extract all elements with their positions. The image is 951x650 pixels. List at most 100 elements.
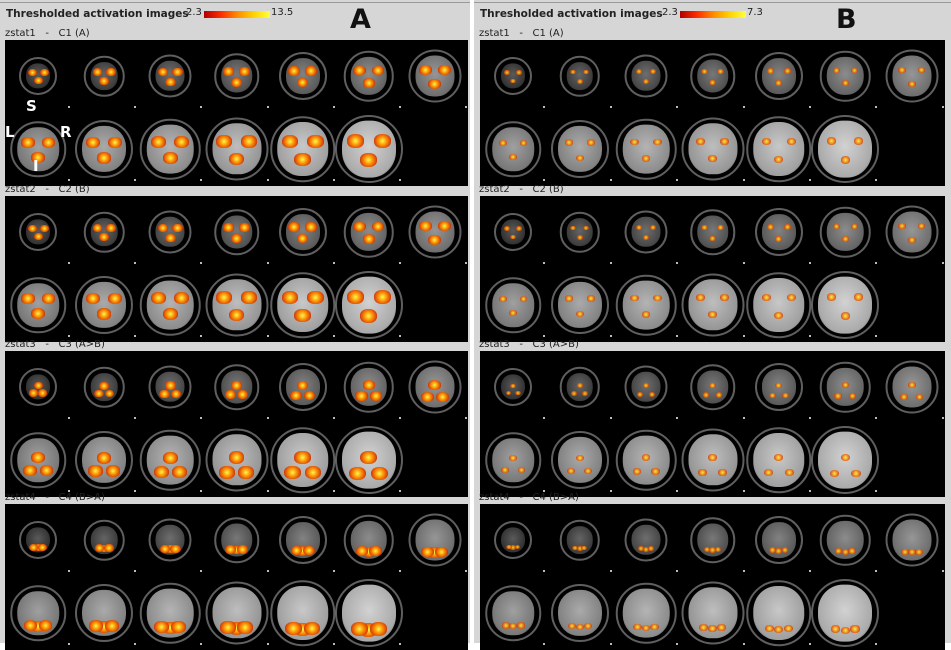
activation-blob [350, 622, 368, 636]
slice-marker [875, 417, 878, 419]
brain-slice [481, 508, 546, 572]
slice-marker [68, 262, 71, 264]
activation-blob [630, 294, 639, 302]
activation-blob [787, 293, 797, 301]
activation-blob [31, 307, 45, 319]
activation-blob [92, 68, 103, 76]
brain-image [557, 281, 602, 329]
activation-blob [97, 452, 112, 464]
slice-marker [808, 643, 811, 645]
slice-marker [742, 490, 745, 492]
activation-blob [908, 236, 916, 243]
slice-marker [676, 106, 679, 108]
activation-blob [641, 454, 651, 462]
brain-slice [681, 200, 745, 264]
activation-blob [356, 546, 369, 556]
activation-blob [635, 69, 642, 75]
activation-blob [703, 546, 711, 553]
brain-slice [6, 355, 71, 419]
slice-marker [875, 570, 878, 572]
slice-marker [609, 570, 612, 572]
slice-marker [464, 417, 467, 419]
activation-blob [698, 468, 708, 476]
brain-slice [334, 115, 403, 183]
brain-slice [72, 117, 137, 181]
brain-slice [747, 44, 811, 108]
brain-slice [746, 427, 812, 493]
activation-blob [849, 393, 857, 399]
activation-blob [827, 293, 837, 301]
activation-blob [159, 544, 171, 553]
activation-blob [154, 620, 170, 633]
activation-blob [761, 293, 771, 301]
brain-image [26, 63, 51, 89]
panel-b-header: Thresholded activation images 2.3 7.3 [474, 4, 951, 26]
brain-slice [403, 355, 467, 419]
brain-slice [681, 581, 745, 645]
brain-image [688, 123, 737, 175]
activation-blob [635, 225, 642, 231]
slice-grid [5, 196, 468, 342]
activation-blob [369, 391, 383, 402]
activation-blob [216, 291, 233, 304]
brain-slice [614, 117, 679, 181]
activation-blob [835, 548, 843, 554]
activation-blob [39, 464, 54, 476]
activation-blob [294, 308, 311, 322]
brain-slice [72, 581, 137, 645]
brain-slice [403, 200, 467, 264]
brain-slice [271, 44, 335, 108]
activation-blob [225, 545, 237, 554]
brain-slice [614, 273, 679, 337]
brain-image [90, 218, 118, 246]
slice-marker [742, 106, 745, 108]
brain-slice [72, 428, 137, 492]
brain-slice [138, 428, 203, 492]
activation-blob [501, 622, 510, 629]
section-label: zstat1 - C1 (A) [479, 28, 564, 39]
brain-slice [205, 44, 269, 108]
activation-blob [566, 467, 575, 475]
activation-blob [157, 223, 169, 232]
activation-blob [92, 224, 103, 232]
activation-blob [27, 68, 37, 76]
brain-slice [271, 200, 335, 264]
activation-blob [575, 623, 584, 631]
activation-blob [708, 311, 717, 319]
slice-marker [398, 643, 401, 645]
activation-blob [240, 291, 257, 304]
activation-blob [94, 389, 104, 398]
activation-blob [305, 222, 317, 232]
activation-blob [99, 381, 110, 390]
slice-marker [609, 417, 612, 419]
slice-marker [464, 262, 467, 264]
activation-blob [827, 137, 837, 145]
activation-blob [38, 619, 53, 631]
slice-marker [266, 262, 269, 264]
slice-marker [676, 335, 679, 337]
section-label: zstat3 - C3 (A>B) [479, 339, 579, 350]
brain-image [341, 120, 396, 178]
brain-slice [880, 355, 944, 419]
activation-blob [151, 292, 167, 305]
slice-marker [68, 335, 71, 337]
slice-grid [480, 196, 945, 342]
activation-blob [774, 155, 784, 163]
orientation-label-superior: S [26, 97, 37, 115]
activation-blob [695, 138, 705, 146]
slice-marker [266, 643, 269, 645]
activation-blob [288, 222, 300, 232]
brain-image [82, 125, 127, 173]
section-label: zstat4 - C4 (B>A) [479, 492, 579, 503]
activation-blob [105, 68, 116, 76]
activation-blob [162, 451, 178, 464]
activation-blob [575, 154, 584, 162]
activation-blob [641, 154, 651, 162]
activation-blob [37, 543, 47, 551]
activation-blob [23, 619, 38, 631]
activation-blob [20, 293, 35, 305]
slice-marker [875, 262, 878, 264]
activation-blob [296, 380, 309, 390]
brain-slice [811, 271, 880, 339]
activation-blob [305, 66, 317, 76]
